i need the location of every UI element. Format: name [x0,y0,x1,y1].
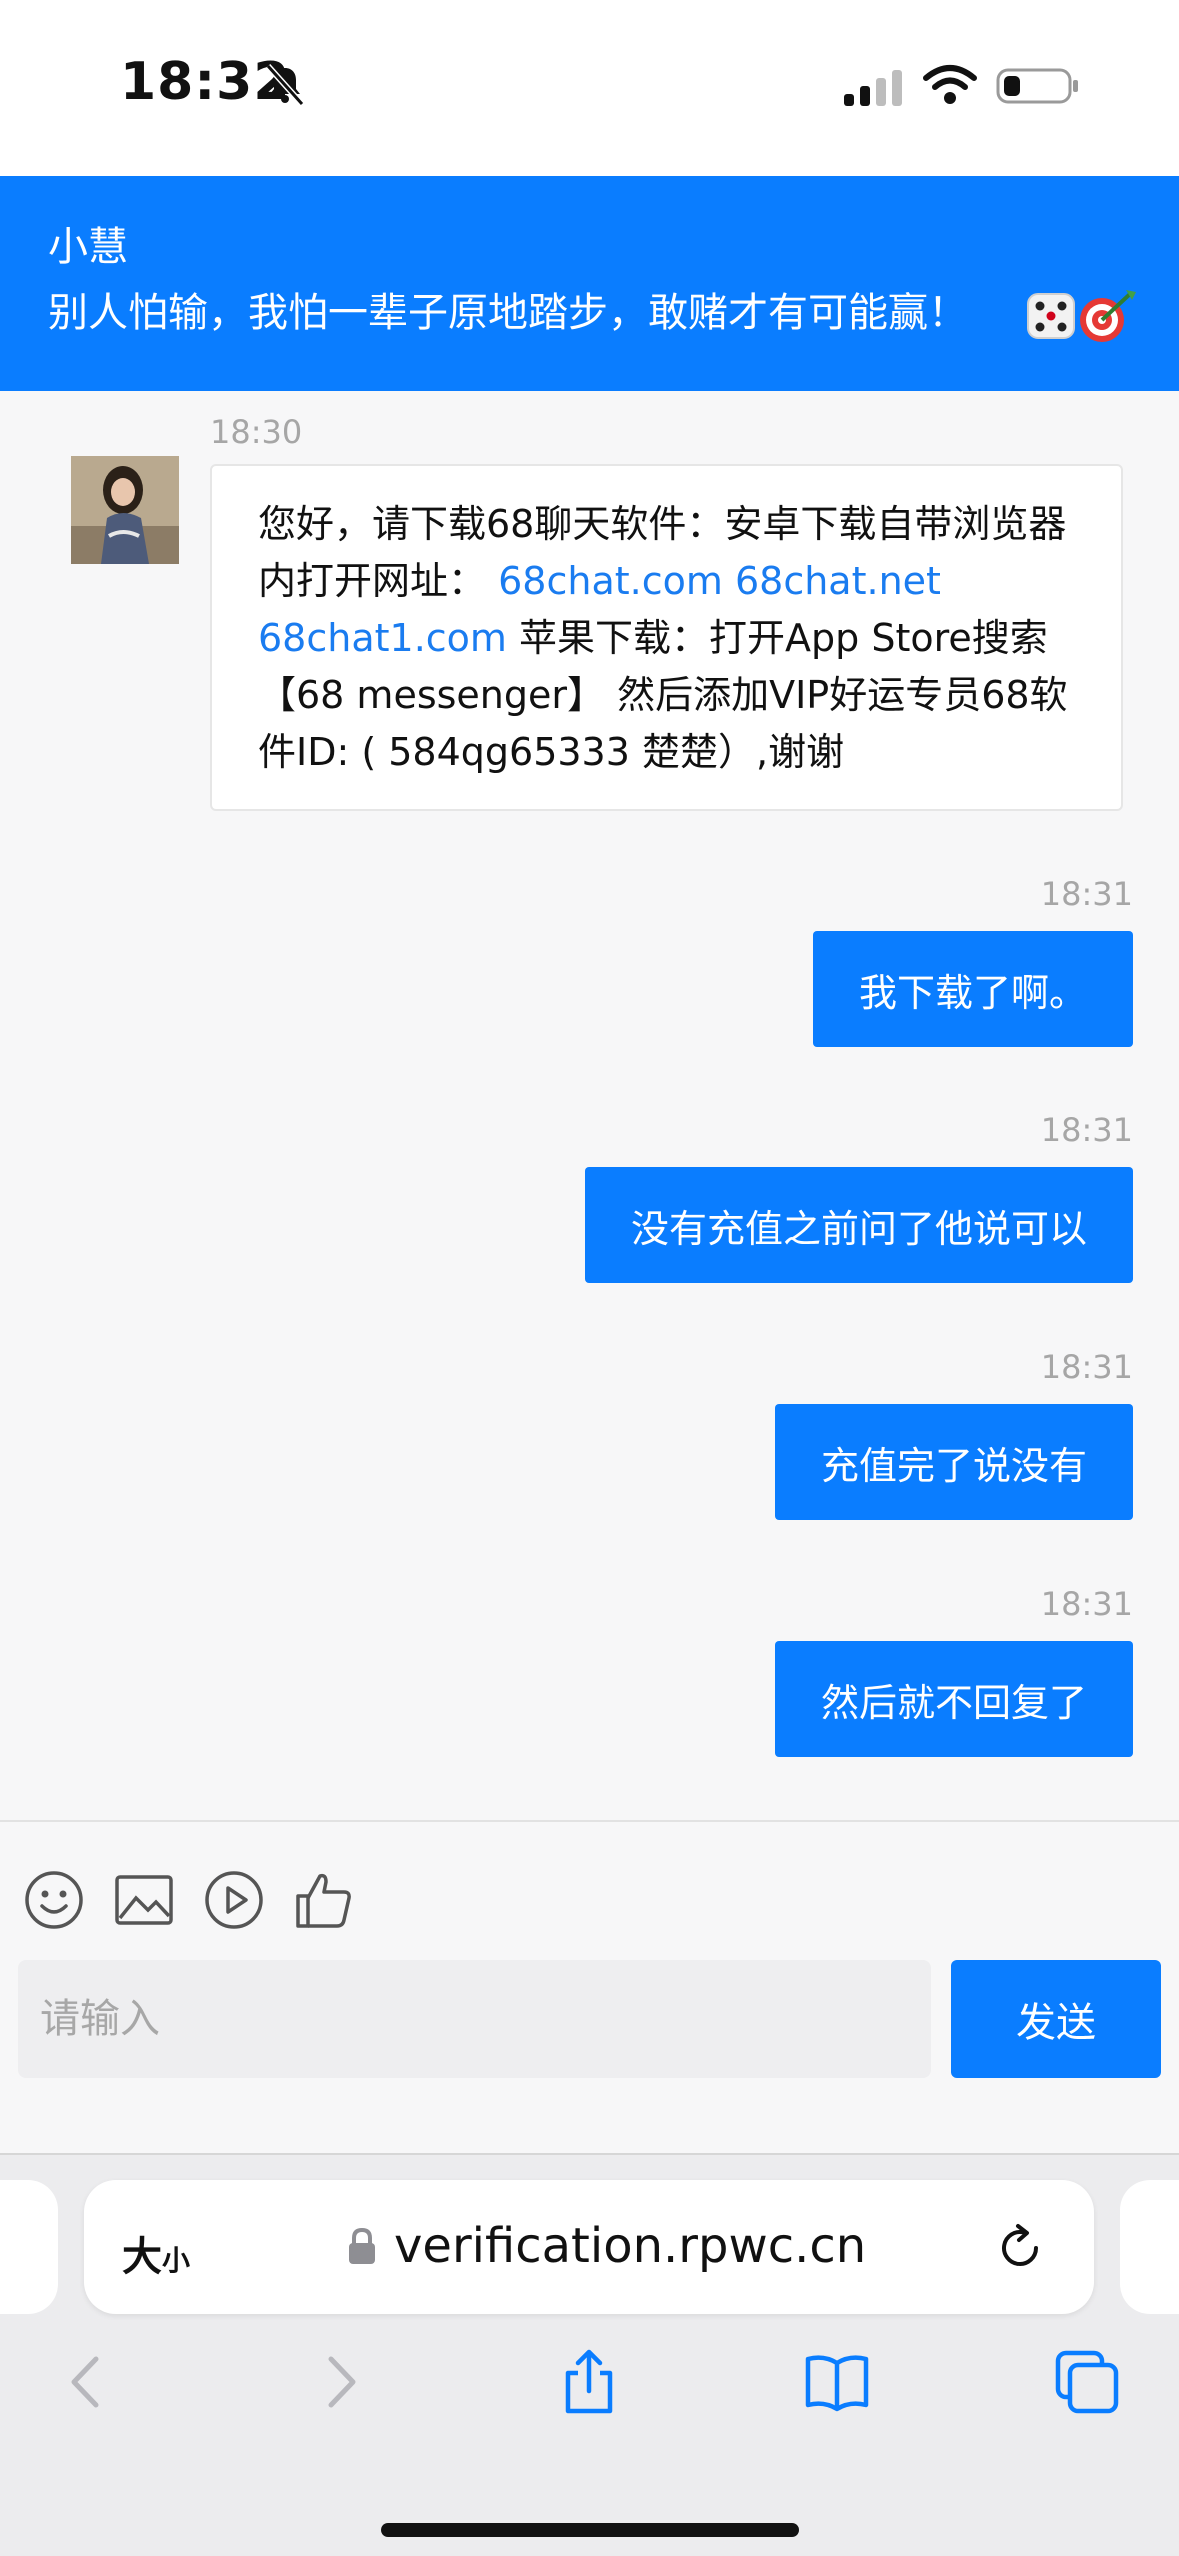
link-68chat-net[interactable]: 68chat.net [735,559,941,603]
bell-muted-icon [265,63,305,107]
message-input[interactable] [18,1960,931,2078]
forward-icon[interactable] [305,2347,375,2417]
browser-toolbar: 大小 verification.rpwc.cn [0,2153,1179,2556]
incoming-message-bubble[interactable]: 您好，请下载68聊天软件：安卓下载自带浏览器内打开网址： 68chat.com … [210,464,1123,811]
message-time: 18:31 [1040,1348,1133,1386]
outgoing-message-bubble[interactable]: 然后就不回复了 [774,1641,1133,1757]
text-size-big: 大 [122,2234,162,2280]
contact-avatar[interactable] [71,456,179,564]
message-time: 18:31 [1040,1111,1133,1149]
dart-target-icon [1080,290,1136,342]
status-bar: 18:32 [0,0,1179,176]
outgoing-message-bubble[interactable]: 充值完了说没有 [774,1404,1133,1520]
message-time: 18:31 [1040,875,1133,913]
wifi-icon [923,65,977,104]
text-size-button[interactable]: 大小 [122,2224,190,2282]
outgoing-message-bubble[interactable]: 我下载了啊。 [812,931,1133,1047]
composer: 发送 [0,1820,1179,2153]
contact-motto: 别人怕输，我怕一辈子原地踏步，敢赌才有可能赢！ [48,290,968,336]
link-68chat1-com[interactable]: 68chat1.com [258,616,507,660]
next-tab-peek[interactable] [1120,2180,1179,2314]
outgoing-message-bubble[interactable]: 没有充值之前问了他说可以 [584,1167,1133,1283]
home-indicator[interactable] [381,2523,799,2537]
emoji-icon[interactable] [22,1868,86,1932]
avatar-photo [71,456,179,564]
tabs-icon[interactable] [1052,2347,1122,2417]
image-icon[interactable] [112,1868,176,1932]
reload-icon[interactable] [994,2222,1046,2274]
thumbs-up-icon[interactable] [292,1868,356,1932]
dice-icon [1027,293,1075,339]
link-68chat-com[interactable]: 68chat.com [498,559,723,603]
cellular-signal-icon [844,70,902,106]
message-time: 18:31 [1040,1585,1133,1623]
text-size-small: 小 [162,2244,191,2277]
battery-icon [996,68,1078,104]
bookmarks-icon[interactable] [802,2347,872,2417]
previous-tab-peek[interactable] [0,2180,58,2314]
message-list[interactable]: 18:30 您好，请下载68聊天软件：安卓下载自带浏览器内打开网址： 68cha… [0,391,1179,1820]
url-text: verification.rpwc.cn [394,2218,867,2274]
back-icon[interactable] [52,2347,122,2417]
message-time: 18:30 [210,413,303,451]
video-play-icon[interactable] [202,1868,266,1932]
address-bar[interactable]: 大小 verification.rpwc.cn [84,2180,1094,2314]
lock-icon [349,2227,375,2264]
send-button[interactable]: 发送 [951,1960,1161,2078]
contact-name: 小慧 [48,224,128,270]
share-icon[interactable] [554,2347,624,2417]
chat-header: 小慧 别人怕输，我怕一辈子原地踏步，敢赌才有可能赢！ [0,176,1179,391]
